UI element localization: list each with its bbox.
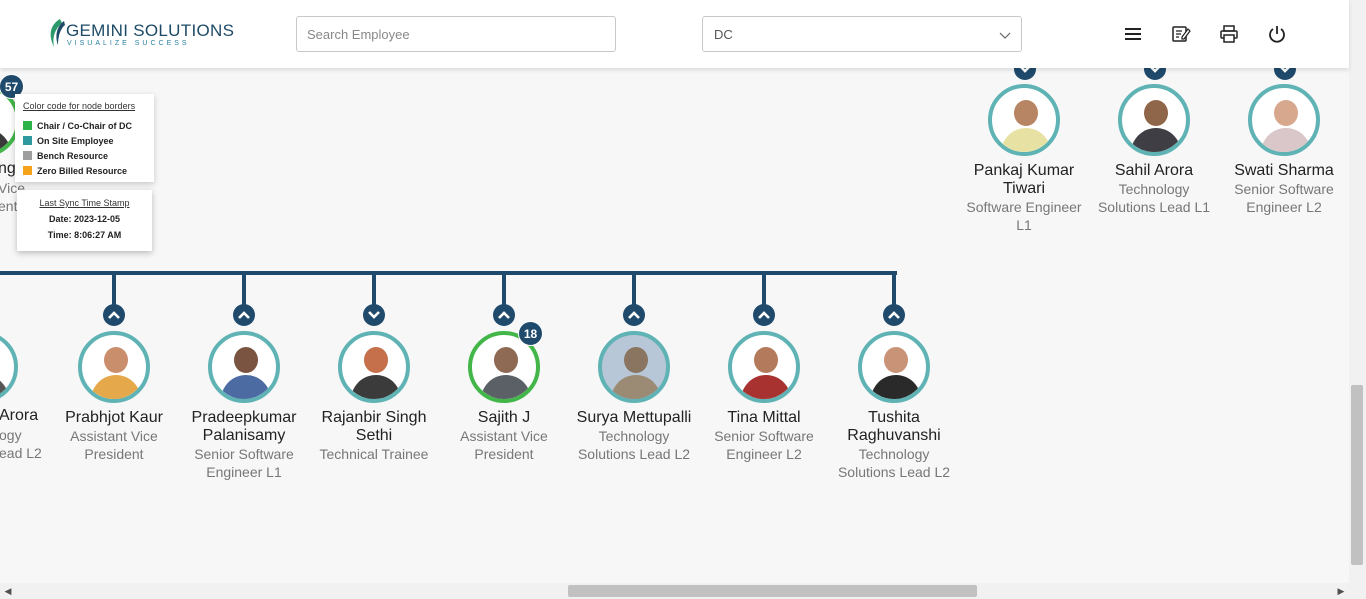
scroll-left-arrow-icon[interactable]: ◀ [0, 583, 16, 599]
logo-tagline: VISUALIZE SUCCESS [67, 40, 190, 47]
legend-item-bench: Bench Resource [23, 151, 108, 161]
node-title: Technology Solutions Lead L2 [577, 428, 691, 462]
last-sync-timestamp: Last Sync Time Stamp Date: 2023-12-05 Ti… [17, 190, 152, 251]
avatar [728, 331, 800, 403]
node-title: Senior Software Engineer L2 [714, 428, 814, 462]
node-title: Technology Solutions Lead L2 [837, 446, 951, 480]
node-title: Technical Trainee [319, 446, 429, 462]
company-logo[interactable]: GEMINI SOLUTIONS VISUALIZE SUCCESS [46, 17, 234, 51]
expand-toggle[interactable] [623, 304, 645, 326]
logo-leaf-icon [50, 19, 65, 47]
legend-item-chair: Chair / Co-Chair of DC [23, 121, 132, 131]
employee-node[interactable]: Surya Mettupalli Technology Solutions Le… [569, 331, 699, 463]
employee-node[interactable]: Pradeepkumar Palanisamy Senior Software … [179, 331, 309, 481]
chevron-up-icon [238, 311, 250, 319]
logo-text: GEMINI SOLUTIONS [66, 21, 235, 40]
chevron-up-icon [108, 311, 120, 319]
horizontal-scrollbar-thumb[interactable] [568, 585, 977, 597]
avatar [598, 331, 670, 403]
chevron-down-icon [368, 311, 380, 319]
node-title: Senior Software Engineer L1 [194, 446, 294, 480]
avatar [78, 331, 150, 403]
sync-date: Date: 2023-12-05 [48, 214, 121, 224]
org-connector-vertical [632, 271, 636, 307]
node-title: ent [0, 198, 18, 214]
print-icon[interactable] [1219, 24, 1239, 44]
avatar [1118, 84, 1190, 156]
node-name: Pradeepkumar Palanisamy [191, 409, 297, 444]
legend-swatch [23, 136, 32, 145]
avatar [208, 331, 280, 403]
employee-node[interactable]: Rajanbir Singh Sethi Technical Trainee [309, 331, 439, 463]
employee-node[interactable]: Pankaj Kumar Tiwari Software Engineer L1 [959, 84, 1089, 234]
node-title: Software Engineer L1 [966, 199, 1082, 233]
avatar [338, 331, 410, 403]
legend-swatch [23, 166, 32, 175]
node-name: Sajith J [477, 409, 531, 426]
node-title: ogy [0, 427, 22, 443]
reportee-count-badge: 18 [518, 321, 543, 346]
legend-item-zero-billed: Zero Billed Resource [23, 166, 127, 176]
vertical-scrollbar-thumb[interactable] [1351, 385, 1363, 565]
employee-node[interactable]: Swati Sharma Senior Software Engineer L2 [1219, 84, 1349, 216]
employee-node[interactable]: Tina Mittal Senior Software Engineer L2 [699, 331, 829, 463]
legend-swatch [23, 121, 32, 130]
node-name: Pankaj Kumar Tiwari [973, 162, 1075, 197]
org-connector-vertical [112, 271, 116, 307]
node-name: Prabhjot Kaur [65, 409, 163, 426]
avatar [0, 331, 18, 403]
search-employee-input[interactable] [296, 16, 616, 52]
node-name: Surya Mettupalli [576, 409, 692, 426]
collapse-toggle[interactable] [363, 304, 385, 326]
node-name: Tina Mittal [727, 409, 801, 426]
employee-node[interactable]: Sahil Arora Technology Solutions Lead L1 [1089, 84, 1219, 216]
node-name: Tushita Raghuvanshi [847, 409, 941, 444]
legend-swatch [23, 151, 32, 160]
chevron-up-icon [758, 311, 770, 319]
chevron-up-icon [888, 311, 900, 319]
node-name: ng [0, 160, 16, 177]
node-name: Sahil Arora [1114, 162, 1194, 179]
org-connector-vertical [762, 271, 766, 307]
border-color-legend: Color code for node borders Chair / Co-C… [15, 94, 154, 182]
legend-title: Color code for node borders [23, 101, 136, 111]
avatar [988, 84, 1060, 156]
expand-toggle[interactable] [753, 304, 775, 326]
org-connector-vertical [502, 271, 506, 307]
chevron-down-icon [999, 32, 1011, 39]
employee-node[interactable]: Tushita Raghuvanshi Technology Solutions… [829, 331, 959, 481]
node-title: ead L2 [0, 445, 42, 461]
department-select-value: DC [714, 27, 733, 42]
node-name: Rajanbir Singh Sethi [321, 409, 427, 444]
node-name: Swati Sharma [1234, 162, 1334, 179]
node-title: Technology Solutions Lead L1 [1097, 181, 1211, 215]
expand-toggle[interactable] [233, 304, 255, 326]
employee-node[interactable]: Prabhjot Kaur Assistant Vice President [49, 331, 179, 463]
department-select[interactable]: DC [702, 16, 1022, 52]
expand-toggle[interactable] [103, 304, 125, 326]
sync-title: Last Sync Time Stamp [39, 198, 130, 208]
chevron-up-icon [498, 311, 510, 319]
node-title: Assistant Vice President [460, 428, 548, 462]
avatar [858, 331, 930, 403]
sync-time: Time: 8:06:27 AM [47, 230, 122, 240]
node-title: Assistant Vice President [70, 428, 158, 462]
org-connector-vertical [892, 271, 896, 307]
avatar [1248, 84, 1320, 156]
power-icon[interactable] [1267, 24, 1287, 44]
node-name: Arora [0, 407, 39, 424]
node-title: Senior Software Engineer L2 [1234, 181, 1334, 215]
top-bar: GEMINI SOLUTIONS VISUALIZE SUCCESS DC [0, 0, 1349, 68]
expand-toggle[interactable] [493, 304, 515, 326]
org-connector-vertical [372, 271, 376, 307]
employee-node[interactable]: Sajith J Assistant Vice President [439, 331, 569, 463]
note-edit-icon[interactable] [1171, 24, 1191, 44]
expand-toggle[interactable] [883, 304, 905, 326]
legend-item-onsite: On Site Employee [23, 136, 114, 146]
scroll-right-arrow-icon[interactable]: ▶ [1333, 583, 1349, 599]
chevron-up-icon [628, 311, 640, 319]
menu-icon[interactable] [1123, 24, 1143, 44]
org-connector-vertical [242, 271, 246, 307]
